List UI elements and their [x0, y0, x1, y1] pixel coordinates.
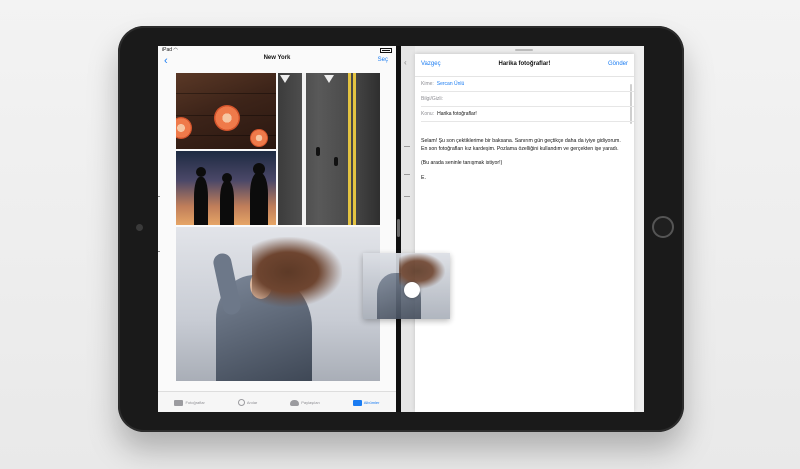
subject-field[interactable]: Konu: Harika fotoğraflar! [421, 107, 634, 122]
front-camera [136, 224, 143, 231]
photos-nav-bar: ‹ New York Seç [158, 54, 396, 70]
memories-icon [237, 399, 245, 406]
photo-thumbnail-road[interactable] [278, 73, 380, 225]
battery-icon [380, 47, 392, 53]
tab-label: Fotoğraflar [185, 400, 205, 405]
albums-icon [352, 399, 362, 406]
tab-label: Paylaşılan [301, 400, 320, 405]
mail-app: ‹ Vazgeç Harika fotoğraflar! Gönder Kime… [401, 46, 644, 412]
cc-field[interactable]: Bilgi/Gizli: [421, 92, 634, 107]
edge-tick [158, 251, 160, 252]
cloud-icon [290, 399, 300, 406]
sheet-grabber[interactable] [515, 49, 533, 51]
to-label: Kime: [421, 81, 434, 87]
photo-woman-hair-large[interactable] [176, 227, 380, 381]
tab-label: Anılar [246, 400, 258, 405]
photos-tab-bar: Fotoğraflar Anılar Paylaşılan Albümler [158, 391, 396, 412]
compose-title: Harika fotoğraflar! [498, 61, 551, 67]
home-button[interactable] [652, 216, 674, 238]
ipad-screen: iPad ◠ ‹ New York Seç Fotoğraflar Anılar… [158, 46, 644, 412]
compose-sheet: Vazgeç Harika fotoğraflar! Gönder Kime: … [415, 49, 634, 412]
tab-memories[interactable]: Anılar [237, 399, 258, 406]
album-title: New York [263, 55, 291, 61]
tab-label: Albümler [363, 400, 380, 405]
mail-inbox-behind: ‹ [401, 46, 415, 412]
ipad-device: iPad ◠ ‹ New York Seç Fotoğraflar Anılar… [118, 26, 684, 432]
divider-handle[interactable] [397, 219, 400, 237]
to-field[interactable]: Kime: Sercan Ünlü [421, 77, 634, 92]
tab-photos[interactable]: Fotoğraflar [174, 399, 205, 406]
photos-icon [174, 399, 184, 406]
body-signature: E. [421, 174, 426, 181]
select-button[interactable]: Seç [378, 57, 388, 63]
photo-thumbnail-silhouettes[interactable] [176, 151, 276, 225]
recipient-token[interactable]: Sercan Ünlü [437, 81, 465, 87]
status-bar: iPad ◠ [158, 46, 396, 54]
subject-label: Konu: [421, 111, 435, 117]
tab-albums[interactable]: Albümler [352, 399, 380, 406]
tab-shared[interactable]: Paylaşılan [290, 399, 320, 406]
body-paragraph: (Bu arada seninle tanışmak istiyor!) [421, 160, 503, 167]
send-button[interactable]: Gönder [608, 61, 628, 67]
chevron-left-icon: ‹ [404, 58, 407, 67]
subject-value[interactable]: Harika fotoğraflar! [437, 111, 477, 117]
compose-nav-bar: Vazgeç Harika fotoğraflar! Gönder [415, 54, 634, 77]
photo-grid [176, 73, 380, 381]
wifi-icon: iPad ◠ [162, 47, 178, 53]
edge-tick [158, 196, 160, 197]
touch-indicator [404, 282, 420, 298]
mail-body-editor[interactable]: Selam! Şu son çektiklerime bir baksana. … [421, 138, 624, 189]
photo-thumbnail-grapefruit[interactable] [176, 73, 276, 149]
photos-app: iPad ◠ ‹ New York Seç Fotoğraflar Anılar… [158, 46, 396, 412]
cc-label: Bilgi/Gizli: [421, 96, 443, 102]
body-paragraph: Selam! Şu son çektiklerime bir baksana. … [421, 138, 621, 152]
